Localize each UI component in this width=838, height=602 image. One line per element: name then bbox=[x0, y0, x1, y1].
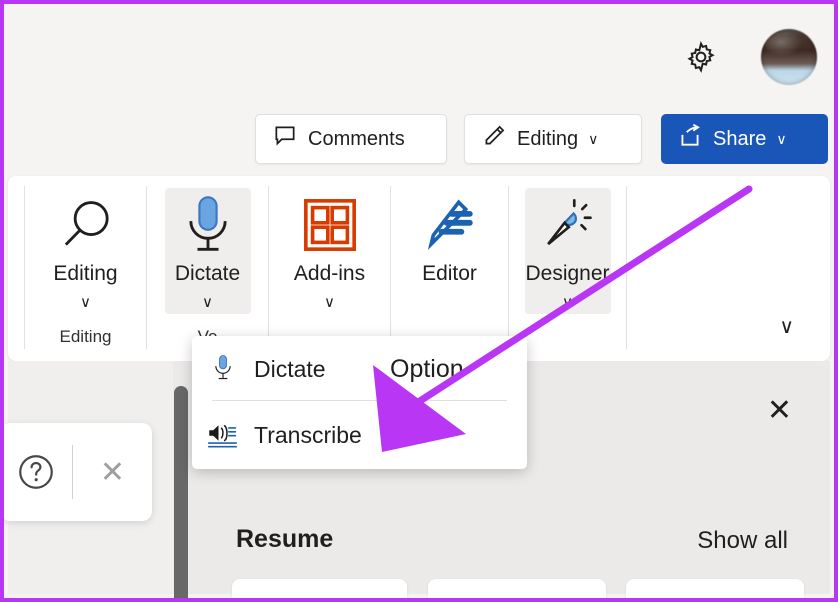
gear-icon[interactable] bbox=[680, 36, 722, 78]
document-close-icon[interactable]: ✕ bbox=[767, 393, 792, 428]
section-title: Resume bbox=[236, 525, 334, 553]
magic-wand-icon bbox=[539, 188, 597, 262]
chevron-down-icon: ∨ bbox=[588, 131, 599, 147]
magnifier-icon bbox=[55, 188, 117, 262]
dictate-dropdown-menu: Option Dictate Transcribe bbox=[192, 336, 527, 469]
ribbon-item-editing[interactable]: Editing ∨ bbox=[43, 188, 129, 314]
ribbon-item-label: Dictate bbox=[174, 262, 241, 285]
menu-divider bbox=[212, 400, 507, 401]
ribbon-item-label: Editor bbox=[422, 262, 477, 285]
ribbon-item-editor[interactable]: Editor bbox=[407, 188, 493, 290]
transcribe-speaker-icon bbox=[192, 420, 254, 450]
chevron-down-icon: ∨ bbox=[80, 294, 91, 311]
menu-item-label: Dictate bbox=[254, 355, 326, 382]
ribbon: Editing ∨ Editing Dictate ∨ Vo bbox=[8, 176, 830, 361]
ribbon-group-editing: Editing ∨ Editing bbox=[24, 186, 146, 349]
show-all-link[interactable]: Show all bbox=[697, 527, 788, 555]
help-card: ✕ bbox=[4, 423, 152, 521]
share-arrow-icon bbox=[677, 123, 703, 155]
chevron-down-icon: ∨ bbox=[324, 294, 335, 311]
ribbon-expand-chevron-icon[interactable]: ∨ bbox=[779, 314, 794, 339]
ribbon-group-voice: Dictate ∨ Vo bbox=[146, 186, 268, 349]
menu-item-transcribe[interactable]: Transcribe bbox=[192, 404, 527, 466]
ribbon-group-designer: Designer ∨ bbox=[508, 186, 626, 349]
microphone-icon bbox=[192, 353, 254, 385]
comments-button[interactable]: Comments bbox=[255, 114, 447, 164]
share-button[interactable]: Share ∨ bbox=[661, 114, 828, 164]
ribbon-item-designer[interactable]: Designer ∨ bbox=[524, 188, 611, 314]
comment-bubble-icon bbox=[272, 123, 298, 155]
chevron-down-icon: ∨ bbox=[562, 294, 573, 311]
template-card[interactable] bbox=[428, 579, 606, 598]
ribbon-item-label: Editing bbox=[53, 262, 118, 285]
ribbon-item-label: Add-ins bbox=[293, 262, 366, 285]
ribbon-item-label: Designer bbox=[525, 262, 610, 285]
avatar[interactable] bbox=[761, 29, 817, 85]
microphone-icon bbox=[179, 188, 237, 262]
editor-pen-icon bbox=[421, 188, 479, 262]
share-button-label: Share bbox=[713, 127, 767, 150]
ribbon-item-add-ins[interactable]: Add-ins ∨ bbox=[287, 188, 373, 314]
ribbon-group-name: Editing bbox=[59, 327, 112, 346]
menu-item-label: Transcribe bbox=[254, 421, 362, 448]
app-window: Comments Editing ∨ Share ∨ Editing ∨ Edi… bbox=[0, 0, 838, 602]
vertical-scrollbar[interactable] bbox=[174, 386, 188, 598]
editing-mode-label: Editing bbox=[517, 127, 579, 150]
pencil-icon bbox=[481, 123, 507, 155]
question-circle-icon[interactable] bbox=[4, 450, 72, 494]
ribbon-group-addins: Add-ins ∨ bbox=[268, 186, 390, 349]
comments-button-label: Comments bbox=[308, 127, 405, 150]
chevron-down-icon: ∨ bbox=[776, 131, 787, 147]
action-button-row: Comments Editing ∨ Share ∨ bbox=[8, 114, 830, 166]
template-card[interactable] bbox=[232, 579, 407, 598]
menu-item-dictate[interactable]: Dictate bbox=[192, 338, 527, 400]
ribbon-item-dictate[interactable]: Dictate ∨ bbox=[164, 188, 251, 314]
editing-mode-button[interactable]: Editing ∨ bbox=[464, 114, 642, 164]
left-pane: ✕ bbox=[4, 361, 188, 598]
close-icon[interactable]: ✕ bbox=[73, 455, 152, 490]
template-card[interactable] bbox=[626, 579, 804, 598]
ribbon-group-editor: Editor bbox=[390, 186, 508, 349]
chevron-down-icon: ∨ bbox=[202, 294, 213, 311]
top-bar: Comments Editing ∨ Share ∨ bbox=[8, 8, 830, 174]
grid-squares-icon bbox=[301, 188, 359, 262]
